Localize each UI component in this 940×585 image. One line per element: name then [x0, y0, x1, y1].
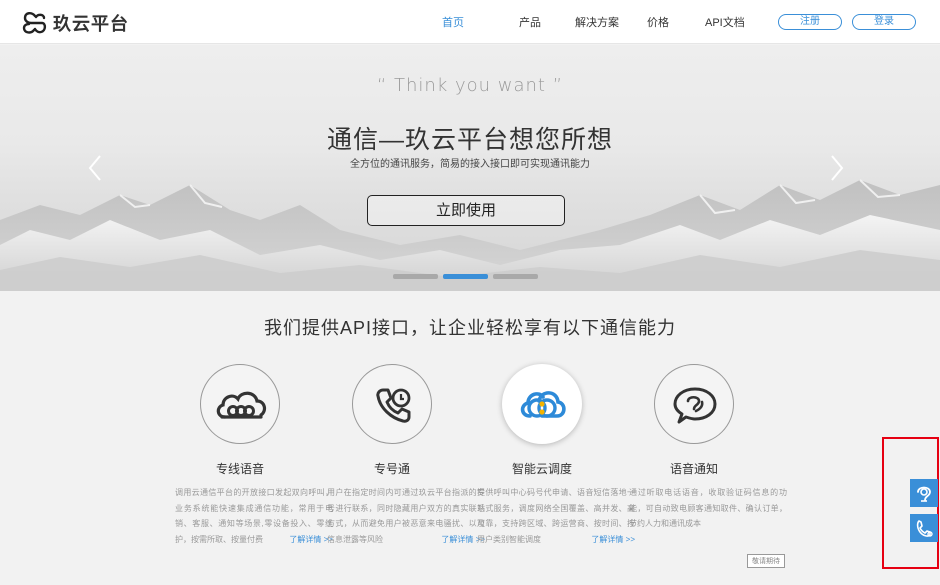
feature-description: 通过听取电话语音，收取验证码信息的功能，可自动致电顾客通知取件、确认订单，节约人…	[629, 488, 787, 528]
page: 玖云平台 首页 产品 解决方案 价格 API文档 注册 登录 “ Think y…	[0, 0, 940, 585]
slide-dot-3[interactable]	[493, 274, 538, 279]
slide-indicators	[393, 274, 538, 279]
banner-quote: “ Think you want ”	[376, 75, 564, 96]
feature-icon-circle[interactable]	[200, 364, 280, 444]
banner-title: 通信—玖云平台想您所想	[326, 126, 613, 154]
section-title: 我们提供API接口，让企业轻松享有以下通信能力	[263, 318, 676, 338]
nav-item-products[interactable]: 产品	[519, 14, 575, 30]
hero-banner: “ Think you want ” 通信—玖云平台想您所想 全方位的通讯服务，…	[0, 45, 940, 291]
logo-icon	[22, 12, 47, 34]
brand-logo[interactable]: 玖云平台	[22, 10, 129, 36]
customer-service-button[interactable]	[910, 479, 938, 507]
prev-slide-icon[interactable]	[88, 155, 102, 181]
feature-name: 语音通知	[669, 462, 718, 476]
phone-icon	[376, 388, 411, 423]
slide-dot-2[interactable]	[443, 274, 488, 279]
phone-contact-button[interactable]	[910, 514, 938, 542]
feature-description: 提供呼叫中心码号代申请、语音短信落地一站式服务，调度网络全国覆盖、高并发、高可靠…	[477, 485, 635, 547]
banner-subtitle: 全方位的通讯服务，简易的接入接口即可实现通讯能力	[350, 159, 590, 170]
register-button[interactable]: 注册	[778, 14, 842, 30]
headset-icon	[917, 486, 931, 502]
speech-bubble-icon	[673, 387, 717, 424]
nav-item-home[interactable]: 首页	[442, 14, 507, 30]
feature-name: 专号通	[373, 462, 410, 476]
feature-name: 智能云调度	[511, 462, 572, 476]
nav-item-pricing[interactable]: 价格	[647, 14, 705, 30]
main-nav: 首页 产品 解决方案 价格 API文档	[442, 14, 765, 30]
nav-item-solutions[interactable]: 解决方案	[575, 14, 647, 30]
cloud-chain-icon	[216, 391, 267, 419]
nav-item-api-docs[interactable]: API文档	[705, 14, 765, 30]
slide-dot-1[interactable]	[393, 274, 438, 279]
feature-icon-circle[interactable]	[352, 364, 432, 444]
feature-description: 用户在指定时间内可通过玖云平台指派的专号进行联系，同时隐藏用户双方的真实联系方式…	[327, 485, 485, 547]
brand-name: 玖云平台	[53, 14, 129, 34]
feature-description: 调用云通信平台的开放接口发起双向呼叫，业务系统能快速集成通信功能，常用于电销、客…	[175, 485, 333, 547]
learn-more-link[interactable]: 了解详情 >>	[591, 532, 635, 548]
feature-icon-circle[interactable]	[502, 364, 582, 444]
use-now-button[interactable]: 立即使用	[367, 195, 565, 226]
login-button[interactable]: 登录	[852, 14, 916, 30]
call-icon	[916, 520, 933, 537]
feature-icon-circle[interactable]	[654, 364, 734, 444]
cloud-link-icon	[520, 391, 566, 418]
coming-soon-button[interactable]: 敬请期待	[747, 554, 785, 568]
floating-contact-widget	[882, 437, 939, 569]
top-header: 玖云平台 首页 产品 解决方案 价格 API文档 注册 登录	[0, 0, 940, 44]
feature-name: 专线语音	[215, 462, 264, 476]
next-slide-icon[interactable]	[830, 155, 844, 181]
